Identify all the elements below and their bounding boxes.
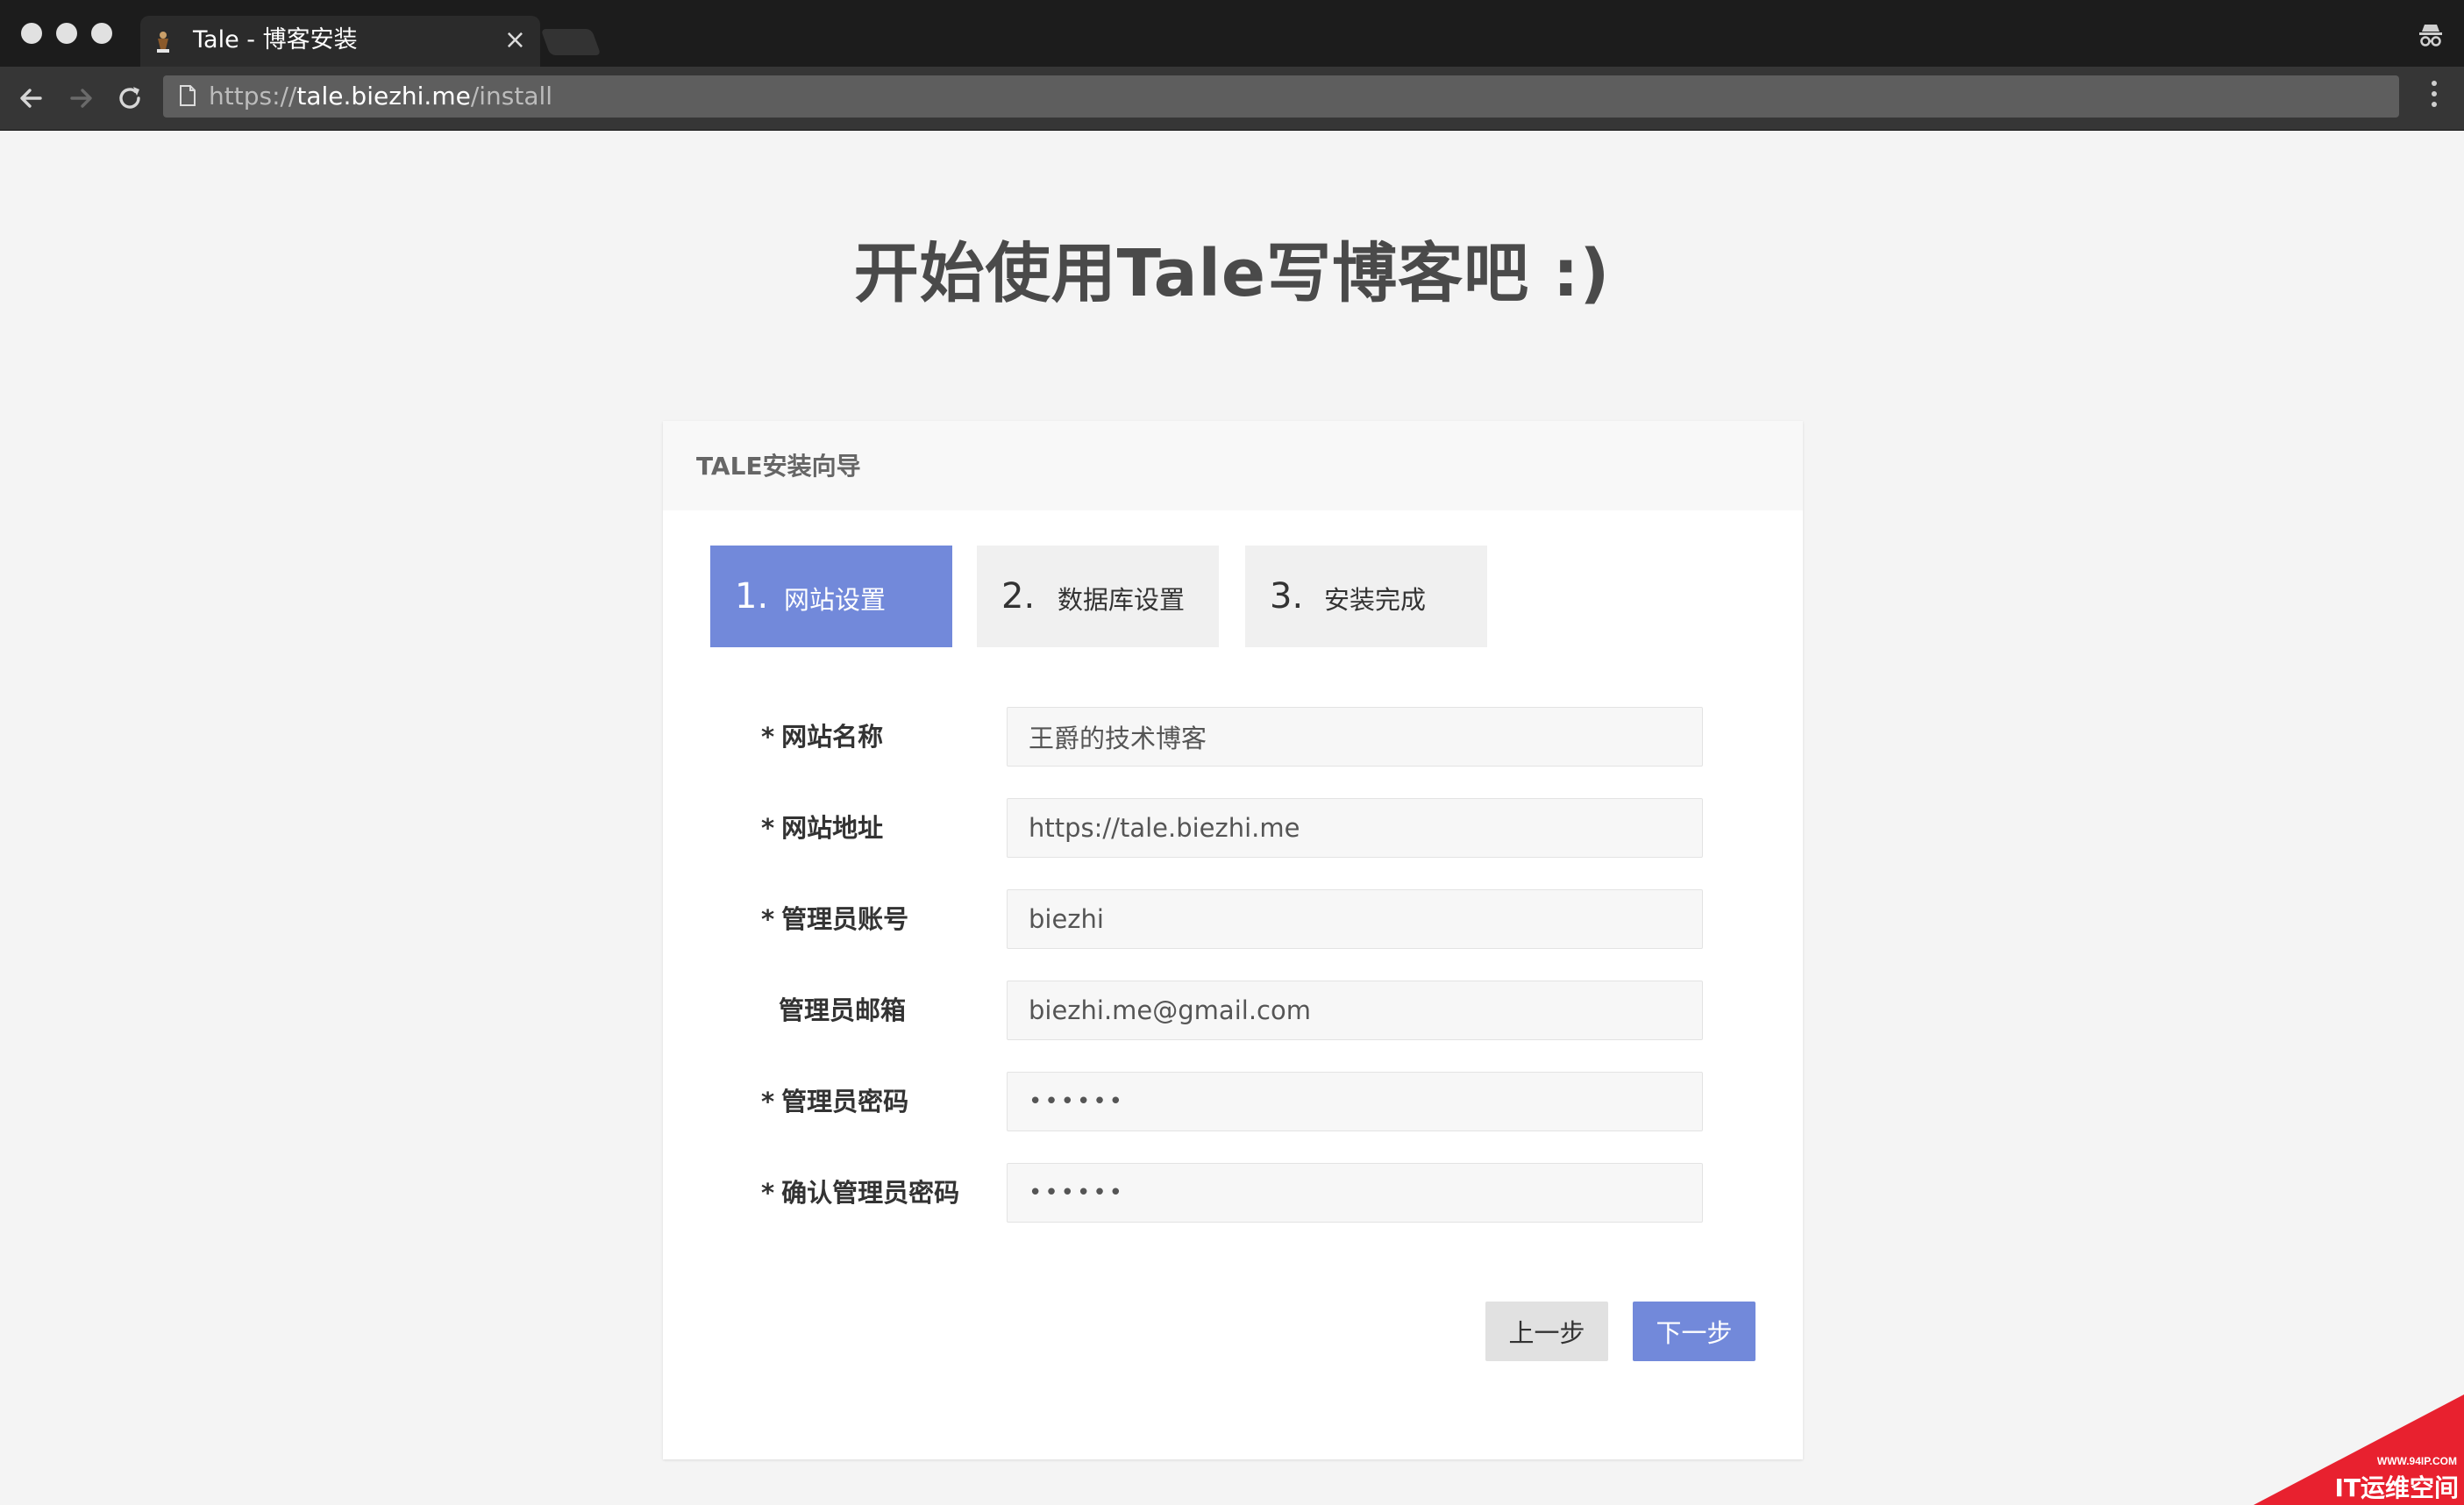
- form-row-site-name: * 网站名称: [663, 707, 1803, 767]
- watermark-line1: WWW.94IP.COM: [2377, 1455, 2457, 1467]
- confirm-password-input[interactable]: [1007, 1163, 1703, 1223]
- window-zoom-dot[interactable]: [91, 23, 112, 44]
- site-url-label: * 网站地址: [761, 813, 884, 843]
- site-url-input[interactable]: [1007, 798, 1703, 858]
- required-mark: *: [761, 722, 775, 752]
- window-close-dot[interactable]: [21, 23, 42, 44]
- next-step-button[interactable]: 下一步: [1633, 1302, 1755, 1361]
- form-row-confirm-password: * 确认管理员密码: [663, 1163, 1803, 1223]
- site-name-label: * 网站名称: [761, 722, 884, 752]
- step-install-complete[interactable]: 3. 安装完成: [1245, 546, 1487, 647]
- forward-arrow-icon[interactable]: [63, 81, 98, 116]
- form-row-admin-email: 管理员邮箱: [663, 981, 1803, 1040]
- browser-title-bar: Tale - 博客安装 ×: [0, 0, 2464, 67]
- admin-password-label: * 管理员密码: [761, 1087, 909, 1116]
- url-host: tale.biezhi.me: [296, 82, 471, 111]
- required-mark: *: [761, 904, 775, 934]
- form-row-admin-password: * 管理员密码: [663, 1072, 1803, 1131]
- admin-email-label: 管理员邮箱: [779, 995, 907, 1025]
- required-mark: *: [761, 813, 775, 843]
- watermark-badge: WWW.94IP.COM IT运维空间: [2254, 1394, 2464, 1505]
- site-name-input[interactable]: [1007, 707, 1703, 767]
- admin-account-input[interactable]: [1007, 889, 1703, 949]
- prev-step-button[interactable]: 上一步: [1485, 1302, 1608, 1361]
- form-row-admin-account: * 管理员账号: [663, 889, 1803, 949]
- incognito-icon[interactable]: [2417, 21, 2445, 49]
- url-path: /install: [470, 82, 553, 111]
- url-scheme: https://: [209, 82, 297, 111]
- step-label: 数据库设置: [1058, 585, 1186, 615]
- install-wizard-card: TALE安装向导 1. 网站设置 2. 数据库设置 3. 安装完成 * 网站名称 …: [663, 421, 1803, 1459]
- admin-email-input[interactable]: [1007, 981, 1703, 1040]
- step-number: 3.: [1270, 576, 1304, 617]
- form-row-site-url: * 网站地址: [663, 798, 1803, 858]
- browser-tab[interactable]: Tale - 博客安装 ×: [140, 16, 540, 67]
- url-text: https://tale.biezhi.me/install: [209, 80, 552, 113]
- admin-account-label: * 管理员账号: [761, 904, 909, 934]
- step-number: 1.: [735, 576, 769, 617]
- admin-password-input[interactable]: [1007, 1072, 1703, 1131]
- address-bar[interactable]: https://tale.biezhi.me/install: [163, 75, 2399, 118]
- required-mark: *: [761, 1178, 775, 1208]
- watermark-line2: IT运维空间: [2334, 1473, 2459, 1502]
- step-label: 安装完成: [1324, 585, 1427, 615]
- confirm-password-label: * 确认管理员密码: [761, 1178, 960, 1208]
- tale-favicon-icon: [157, 32, 169, 53]
- close-icon[interactable]: ×: [504, 23, 526, 58]
- step-number: 2.: [1001, 576, 1036, 617]
- back-arrow-icon[interactable]: [14, 81, 49, 116]
- step-label: 网站设置: [784, 585, 887, 615]
- step-site-settings[interactable]: 1. 网站设置: [710, 546, 952, 647]
- tab-title: Tale - 博客安装: [193, 26, 358, 53]
- document-icon: [180, 85, 196, 106]
- page-title: 开始使用Tale写博客吧 :): [853, 236, 1611, 311]
- new-tab-button[interactable]: [540, 29, 602, 55]
- card-header-title: TALE安装向导: [696, 452, 861, 481]
- reload-icon[interactable]: [112, 81, 147, 116]
- more-vertical-icon[interactable]: [2431, 81, 2438, 111]
- window-minimize-dot[interactable]: [56, 23, 77, 44]
- step-database-settings[interactable]: 2. 数据库设置: [977, 546, 1219, 647]
- card-header: TALE安装向导: [663, 421, 1803, 510]
- required-mark: *: [761, 1087, 775, 1116]
